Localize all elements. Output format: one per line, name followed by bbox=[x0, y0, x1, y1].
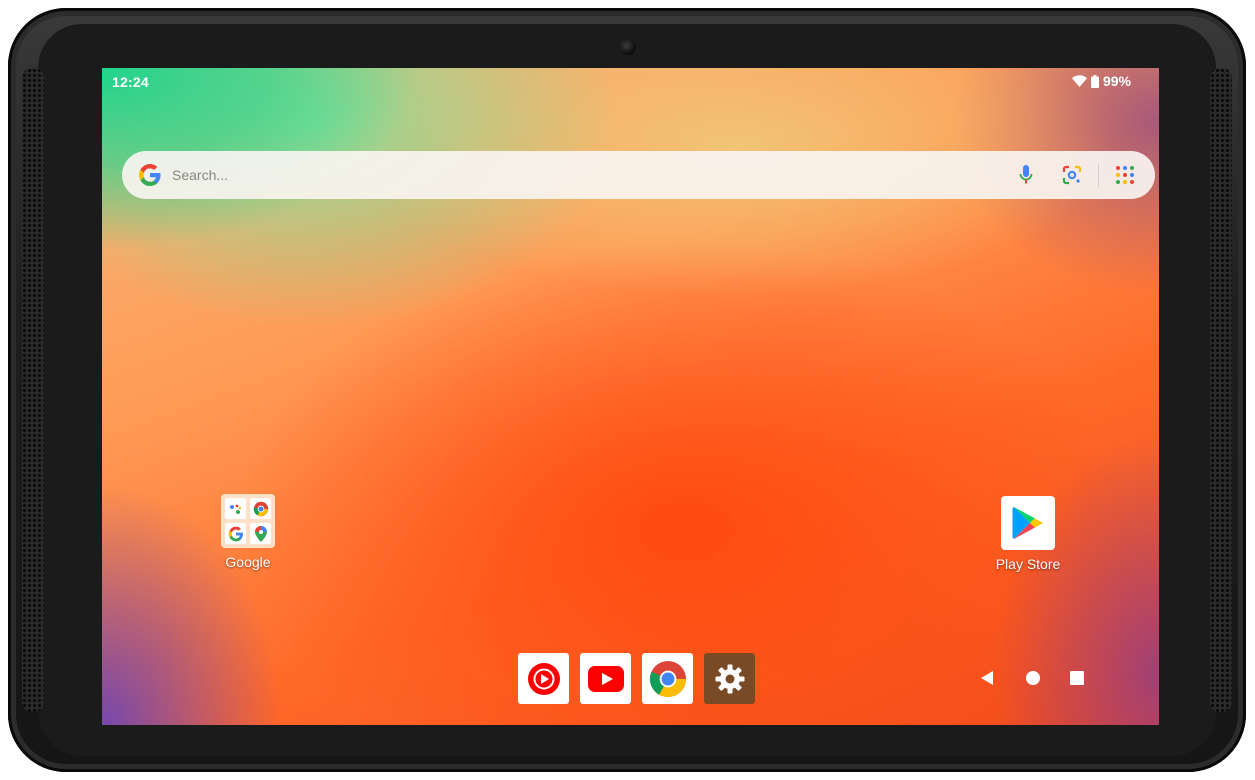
right-speaker-grille bbox=[1210, 68, 1232, 712]
microphone-icon[interactable] bbox=[1013, 162, 1039, 188]
settings-icon[interactable] bbox=[704, 653, 755, 704]
battery-icon bbox=[1090, 74, 1099, 88]
google-icon bbox=[225, 523, 246, 544]
back-icon[interactable] bbox=[979, 670, 995, 691]
google-lens-icon[interactable] bbox=[1059, 162, 1085, 188]
google-folder[interactable]: Google bbox=[203, 494, 293, 570]
tablet-device: 12:24 99% Search... Google Play Store bbox=[8, 8, 1246, 772]
app-grid-icon[interactable] bbox=[1112, 162, 1138, 188]
youtube-icon[interactable] bbox=[580, 653, 631, 704]
status-bar: 12:24 99% bbox=[102, 68, 1159, 96]
google-logo-icon[interactable] bbox=[138, 163, 162, 192]
chrome-icon bbox=[250, 498, 271, 519]
battery-percent: 99% bbox=[1102, 73, 1131, 89]
home-icon[interactable] bbox=[1025, 670, 1041, 691]
play-store-icon[interactable] bbox=[1001, 496, 1055, 550]
google-folder-label: Google bbox=[225, 554, 271, 570]
search-input[interactable]: Search... bbox=[172, 167, 228, 183]
front-camera bbox=[620, 39, 636, 55]
recents-icon[interactable] bbox=[1069, 670, 1085, 691]
google-folder-tile[interactable] bbox=[221, 494, 275, 548]
status-time: 12:24 bbox=[112, 74, 149, 90]
search-divider bbox=[1098, 163, 1099, 187]
maps-icon bbox=[250, 523, 271, 544]
home-screen: 12:24 99% Search... Google Play Store bbox=[102, 68, 1159, 725]
status-indicators: 99% bbox=[1071, 73, 1131, 89]
chrome-icon[interactable] bbox=[642, 653, 693, 704]
google-assistant-icon bbox=[225, 498, 246, 519]
left-speaker-grille bbox=[22, 68, 44, 712]
app-dock bbox=[518, 653, 755, 704]
play-store-label: Play Store bbox=[995, 556, 1061, 572]
wifi-icon bbox=[1071, 75, 1087, 87]
google-search-bar[interactable]: Search... bbox=[122, 151, 1155, 199]
youtube-music-icon[interactable] bbox=[518, 653, 569, 704]
play-store-shortcut[interactable]: Play Store bbox=[983, 496, 1073, 572]
